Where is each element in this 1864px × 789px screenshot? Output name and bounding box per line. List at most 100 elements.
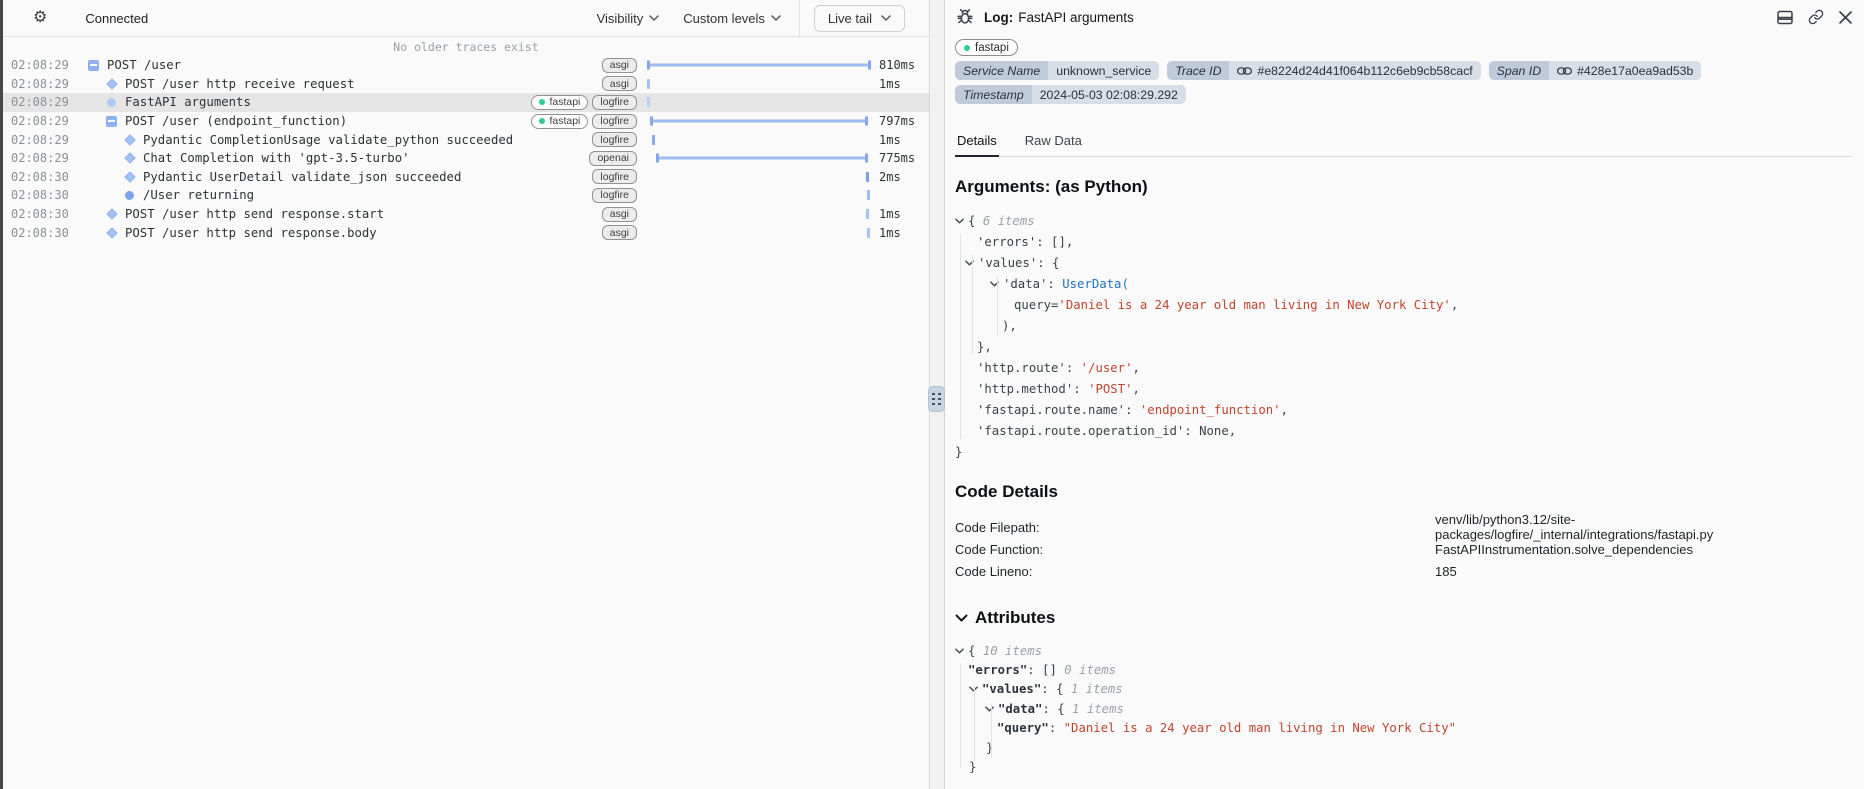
code-segment: 'fastapi.route.operation_id' <box>977 424 1184 438</box>
visibility-dropdown[interactable]: Visibility <box>585 5 672 32</box>
panel-layout-icon[interactable] <box>1777 10 1793 25</box>
code-segment: } <box>955 445 962 459</box>
tab-details[interactable]: Details <box>955 129 999 157</box>
tree-line: 'fastapi.route.name': 'endpoint_function… <box>955 399 1852 420</box>
tabs: Details Raw Data <box>955 129 1852 157</box>
code-segment: : <box>1125 403 1140 417</box>
code-segment: : [], <box>1036 235 1073 249</box>
trace-badges: fastapilogfire <box>531 114 637 129</box>
chevron-down-icon <box>881 15 891 21</box>
trace-badges: logfire <box>592 169 637 184</box>
code-detail-label: Code Lineno: <box>955 564 1435 579</box>
trace-badges: fastapi logfire <box>531 95 637 110</box>
trace-row[interactable]: 02:08:29FastAPI argumentsfastapilogfire <box>3 93 929 112</box>
connection-status: Connected <box>85 11 148 26</box>
meta-chip-timestamp: Timestamp2024-05-03 02:08:29.292 <box>955 85 1186 104</box>
trace-badges: logfire <box>592 188 637 203</box>
tree-line: 'errors': [], <box>955 231 1852 252</box>
code-segment: : None, <box>1184 424 1236 438</box>
gear-icon[interactable]: ⚙ <box>33 10 47 26</box>
code-segment: "values" <box>982 682 1041 696</box>
trace-panel: ⚙ Connected Visibility Custom levels Liv… <box>3 0 930 789</box>
panel-resize-handle[interactable] <box>928 386 945 412</box>
trace-time: 02:08:29 <box>11 133 67 147</box>
trace-row[interactable]: 02:08:29POST /userasgi810ms <box>3 56 929 75</box>
link-icon[interactable] <box>1237 66 1252 76</box>
code-segment: , <box>1451 298 1458 312</box>
chip-label: Service Name <box>955 61 1048 80</box>
duration-tick <box>647 97 650 107</box>
tag-fastapi[interactable]: fastapi <box>955 39 1018 56</box>
code-segment: : { <box>1041 682 1071 696</box>
trace-badges: asgi <box>602 207 637 222</box>
code-detail-value: FastAPIInstrumentation.solve_dependencie… <box>1435 542 1693 557</box>
tree-line: }, <box>955 336 1852 357</box>
code-segment: 'POST' <box>1088 382 1132 396</box>
log-title-prefix: Log: <box>984 10 1013 25</box>
trace-timeline <box>645 56 873 75</box>
badge-fastapi: fastapi <box>531 95 588 110</box>
trace-row[interactable]: 02:08:30/User returninglogfire <box>3 186 929 205</box>
attributes-heading-label: Attributes <box>975 608 1055 628</box>
badge-asgi: asgi <box>602 58 637 73</box>
code-segment: { <box>968 644 983 658</box>
chevron-down-icon[interactable] <box>955 648 968 654</box>
circle-light-icon <box>107 98 116 107</box>
chevron-down-icon[interactable] <box>955 614 968 622</box>
live-tail-label: Live tail <box>828 11 872 26</box>
indent-guide <box>974 683 975 761</box>
trace-row[interactable]: 02:08:29POST /user http receive requesta… <box>3 75 929 94</box>
tree-line: 'values': { <box>955 252 1852 273</box>
tree-line: 'http.route': '/user', <box>955 357 1852 378</box>
trace-timeline <box>645 186 873 205</box>
duration-bar <box>647 61 870 70</box>
chevron-down-icon[interactable] <box>969 686 982 692</box>
trace-badges: asgi <box>602 76 637 91</box>
meta-chip-trace-id: Trace ID#e8224d24d41f064b112c6eb9cb58cac… <box>1167 61 1480 80</box>
tab-raw-data[interactable]: Raw Data <box>1023 129 1084 156</box>
link-icon[interactable] <box>1557 66 1572 76</box>
trace-row[interactable]: 02:08:29Chat Completion with 'gpt-3.5-tu… <box>3 149 929 168</box>
code-detail-row: Code Lineno:185 <box>955 560 1852 582</box>
trace-row[interactable]: 02:08:30Pydantic UserDetail validate_jso… <box>3 168 929 187</box>
toolbar-separator <box>799 0 800 37</box>
chip-rows: Service Nameunknown_service Trace ID#e822… <box>955 61 1852 104</box>
log-title-text: FastAPI arguments <box>1018 10 1134 25</box>
indent-guide <box>991 703 992 758</box>
live-tail-dropdown[interactable]: Live tail <box>814 5 905 32</box>
chevron-down-icon[interactable] <box>955 218 968 224</box>
close-icon[interactable] <box>1839 11 1852 24</box>
visibility-label: Visibility <box>597 11 644 26</box>
meta-chip-service-name: Service Nameunknown_service <box>955 61 1159 80</box>
badge-logfire: logfire <box>592 132 637 147</box>
tree-line: } <box>955 757 1852 776</box>
collapse-square-icon[interactable] <box>88 60 99 71</box>
diamond-icon <box>106 208 117 219</box>
trace-time: 02:08:29 <box>11 151 67 165</box>
badge-openai: openai <box>589 151 637 166</box>
copy-link-icon[interactable] <box>1808 9 1824 25</box>
code-details-heading: Code Details <box>955 482 1852 502</box>
circle-blue-icon <box>125 191 134 200</box>
code-segment: : <box>1073 382 1088 396</box>
trace-row[interactable]: 02:08:30POST /user http send response.st… <box>3 205 929 224</box>
trace-timeline <box>645 149 873 168</box>
custom-levels-dropdown[interactable]: Custom levels <box>671 5 793 32</box>
chevron-down-icon <box>649 15 659 21</box>
diamond-icon <box>106 78 117 89</box>
trace-row[interactable]: 02:08:29POST /user (endpoint_function)fa… <box>3 112 929 131</box>
code-segment: : { <box>1042 702 1072 716</box>
badge-asgi: asgi <box>602 207 637 222</box>
code-segment: "query" <box>997 721 1049 735</box>
code-segment: { <box>968 214 983 228</box>
badge-asgi: asgi <box>602 76 637 91</box>
collapse-square-icon[interactable] <box>106 116 117 127</box>
trace-timeline <box>645 205 873 224</box>
chevron-down-icon <box>771 15 781 21</box>
duration-tick <box>867 190 870 200</box>
trace-row[interactable]: 02:08:29Pydantic CompletionUsage validat… <box>3 130 929 149</box>
trace-row[interactable]: 02:08:30POST /user http send response.bo… <box>3 223 929 242</box>
badge-logfire: logfire <box>592 95 637 110</box>
diamond-icon <box>106 227 117 238</box>
tree-line: query='Daniel is a 24 year old man livin… <box>955 294 1852 315</box>
